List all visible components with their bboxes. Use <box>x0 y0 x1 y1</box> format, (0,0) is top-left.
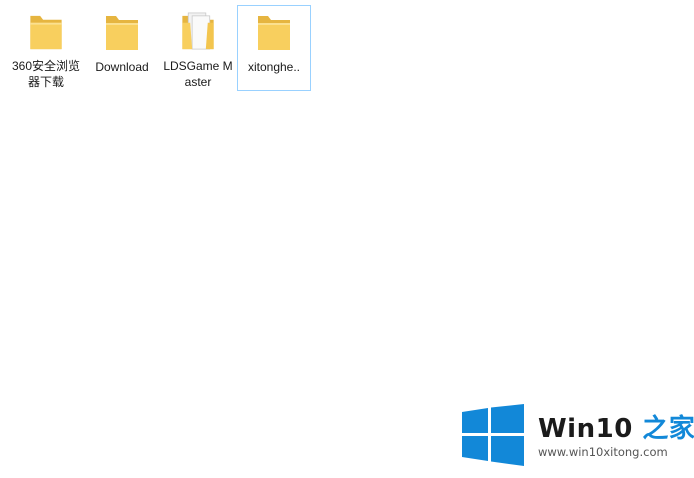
watermark-brand-suffix: 之家 <box>642 414 694 444</box>
folder-icon <box>30 15 62 50</box>
win10-watermark: Win10 之家 www.win10xitong.com <box>462 404 694 468</box>
windows-logo-icon <box>462 404 524 466</box>
folder-label: LDSGame Master <box>163 59 233 89</box>
folder-download[interactable]: Download <box>85 5 159 91</box>
watermark-url: www.win10xitong.com <box>538 445 668 459</box>
folder-ldsgame-master[interactable]: LDSGame Master <box>161 5 235 91</box>
folder-label: xitonghe.. <box>247 60 301 74</box>
folder-xitonghe[interactable]: xitonghe.. <box>237 5 311 91</box>
folder-label: 360安全浏览器下载 <box>11 59 81 89</box>
folder-icon <box>258 16 290 50</box>
folder-360-browser-downloads[interactable]: 360安全浏览器下载 <box>9 5 83 91</box>
watermark-brand-name: Win10 <box>538 414 633 444</box>
folder-icon <box>106 16 138 50</box>
folder-label: Download <box>95 60 149 74</box>
folder-with-files-icon <box>182 12 214 50</box>
watermark-brand: Win10 之家 <box>538 408 694 445</box>
desktop-icon-grid: 360安全浏览器下载 Download LDSGame Master xiton… <box>9 5 313 91</box>
